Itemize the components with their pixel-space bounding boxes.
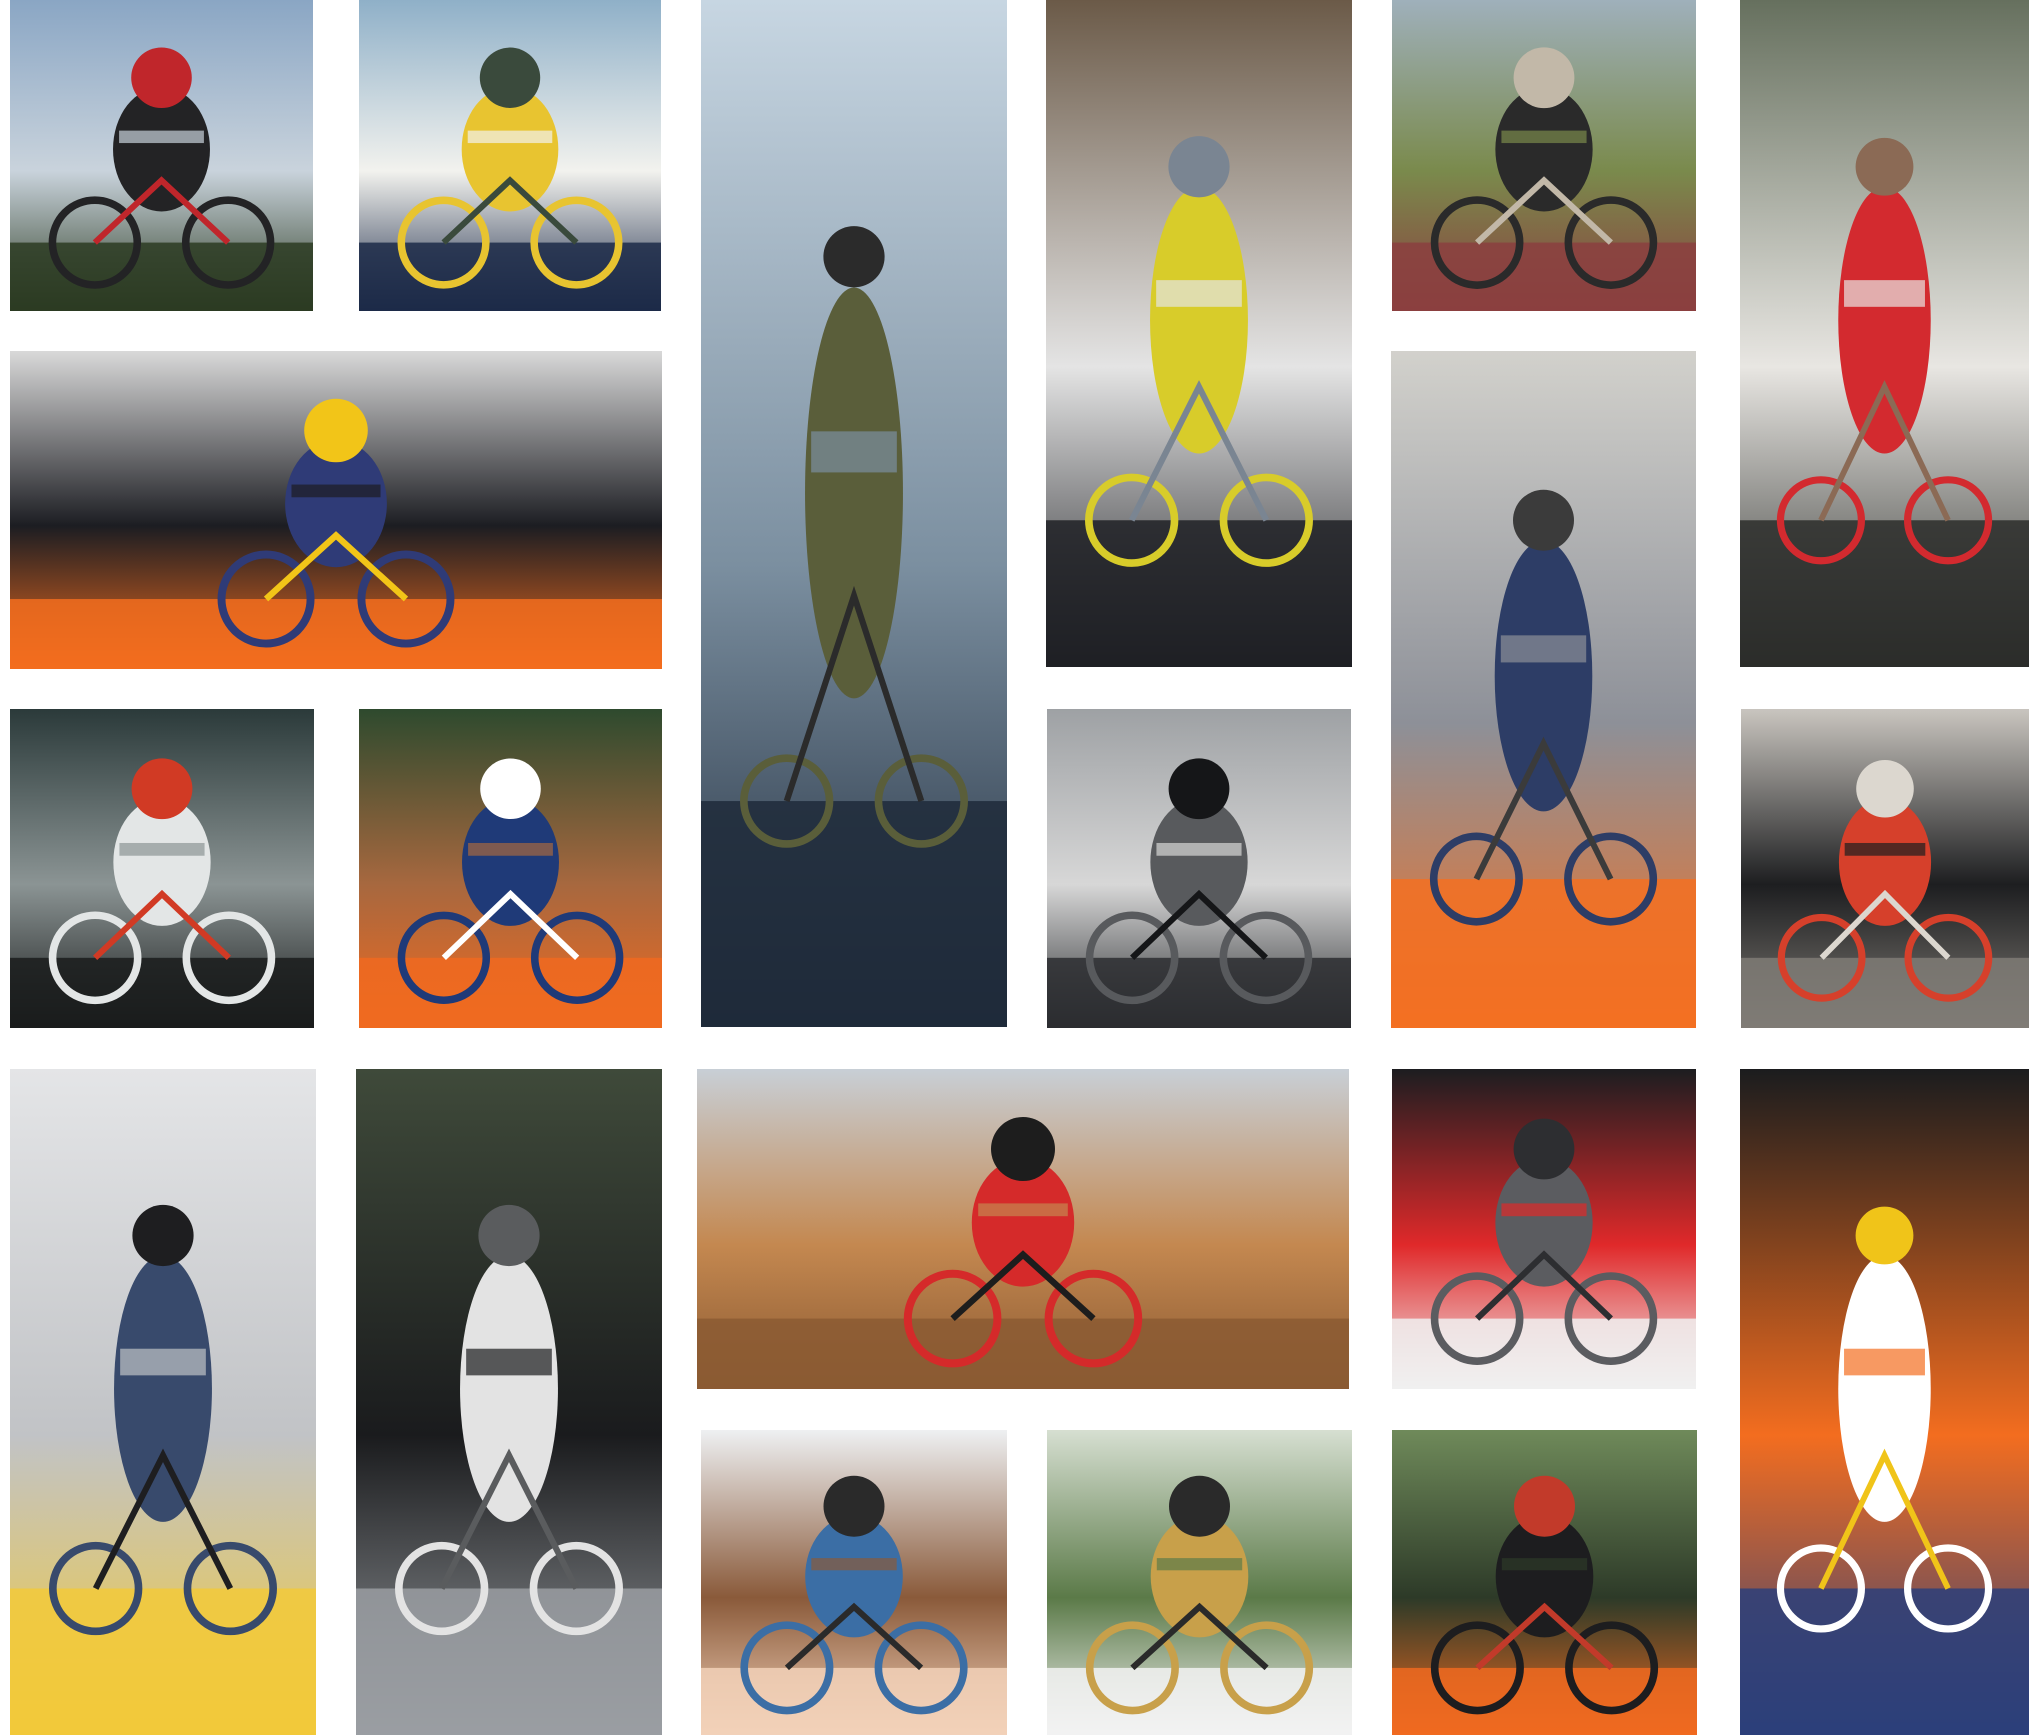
- subject-helmet: [131, 47, 192, 109]
- gallery-photo-kids-with-bike[interactable]: [701, 1430, 1007, 1735]
- subject-helmet: [1168, 136, 1230, 198]
- photo-ktm-motocross-rider-28: [359, 709, 662, 1028]
- gallery-photo-child-rider-orange-gear[interactable]: [1391, 351, 1696, 1028]
- photo-ktm-tech3-racer-portrait: [1740, 1069, 2029, 1735]
- gallery-photo-woman-cyclist-plaid-shirt[interactable]: [1392, 0, 1696, 311]
- subject-helmet: [823, 226, 885, 288]
- subject-helmet: [132, 1204, 194, 1267]
- gallery-photo-gasgas-ebike-rider[interactable]: [1740, 0, 2029, 667]
- photo-gasgas-ebike-rider: [1740, 0, 2029, 667]
- photo-motorcyclist-leather-jacket: [356, 1069, 662, 1735]
- subject-helmet: [478, 1204, 540, 1267]
- subject-body: [805, 287, 903, 699]
- subject-body: [1838, 186, 1931, 454]
- gallery-photo-bicycle-wheel-detail[interactable]: [1741, 709, 2029, 1028]
- gallery-photo-gasgas-rally-rider-desert[interactable]: [697, 1069, 1349, 1389]
- gallery-photo-ktm-tech3-racer-portrait[interactable]: [1740, 1069, 2029, 1735]
- subject-body: [460, 1255, 558, 1522]
- subject-helmet: [1856, 759, 1914, 818]
- gallery-photo-husqvarna-enduro-rider-checkered-flag[interactable]: [1046, 0, 1352, 667]
- subject-helmet: [1169, 1475, 1230, 1537]
- subject-helmet: [1513, 489, 1574, 551]
- photo-motorcycle-rider-road: [1047, 709, 1351, 1028]
- photo-child-rider-orange-gear: [1391, 351, 1696, 1028]
- subject-body: [1494, 540, 1593, 812]
- gallery-photo-woman-with-bike-basket[interactable]: [1047, 1430, 1352, 1735]
- photo-husqvarna-motocross-rider: [359, 0, 661, 311]
- subject-helmet: [823, 1475, 885, 1537]
- gallery-photo-ktm-motogp-racer-33[interactable]: [10, 351, 662, 669]
- subject-helmet: [479, 47, 541, 108]
- gallery-photo-wp-suspension-fork-detail[interactable]: [10, 709, 314, 1028]
- photo-wp-rear-shock-detail: [1392, 1069, 1696, 1389]
- photo-kids-with-bike: [701, 1430, 1007, 1735]
- subject-helmet: [1513, 1118, 1575, 1180]
- gallery-photo-husqvarna-motocross-rider[interactable]: [359, 0, 661, 311]
- photo-woman-on-city-ebike: [10, 1069, 316, 1735]
- photo-woman-cyclist-plaid-shirt: [1392, 0, 1696, 311]
- gallery-photo-road-cyclist[interactable]: [10, 0, 313, 311]
- gallery-photo-motorcyclist-leather-jacket[interactable]: [356, 1069, 662, 1735]
- gallery-photo-downhill-rider-orange-jersey[interactable]: [1392, 1430, 1697, 1735]
- photo-gasgas-rally-rider-desert: [697, 1069, 1349, 1389]
- photo-wp-suspension-fork-detail: [10, 709, 314, 1028]
- subject-helmet: [1855, 137, 1914, 196]
- subject-body: [1838, 1255, 1931, 1522]
- subject-body: [114, 1255, 212, 1522]
- photo-downhill-rider-orange-jersey: [1392, 1430, 1697, 1735]
- subject-helmet: [304, 398, 368, 463]
- photo-bicycle-wheel-detail: [1741, 709, 2029, 1028]
- photo-ktm-motogp-racer-33: [10, 351, 662, 669]
- photo-husqvarna-enduro-rider-checkered-flag: [1046, 0, 1352, 667]
- subject-helmet: [1168, 758, 1230, 820]
- gallery-photo-motorcycle-rider-road[interactable]: [1047, 709, 1351, 1028]
- subject-helmet: [1855, 1206, 1914, 1265]
- photo-road-cyclist: [10, 0, 313, 311]
- subject-helmet: [991, 1117, 1055, 1181]
- gallery-photo-woman-on-city-ebike[interactable]: [10, 1069, 316, 1735]
- subject-body: [1150, 186, 1248, 454]
- photo-woman-with-bike-basket: [1047, 1430, 1352, 1735]
- gallery-photo-ktm-motocross-rider-28[interactable]: [359, 709, 662, 1028]
- subject-helmet: [131, 758, 193, 820]
- subject-helmet: [1513, 47, 1575, 109]
- photo-mountain-bike-rider-with-helmet: [701, 0, 1007, 1027]
- subject-helmet: [1514, 1475, 1575, 1537]
- gallery-photo-wp-rear-shock-detail[interactable]: [1392, 1069, 1696, 1389]
- subject-helmet: [480, 758, 541, 820]
- gallery-photo-mountain-bike-rider-with-helmet[interactable]: [701, 0, 1007, 1027]
